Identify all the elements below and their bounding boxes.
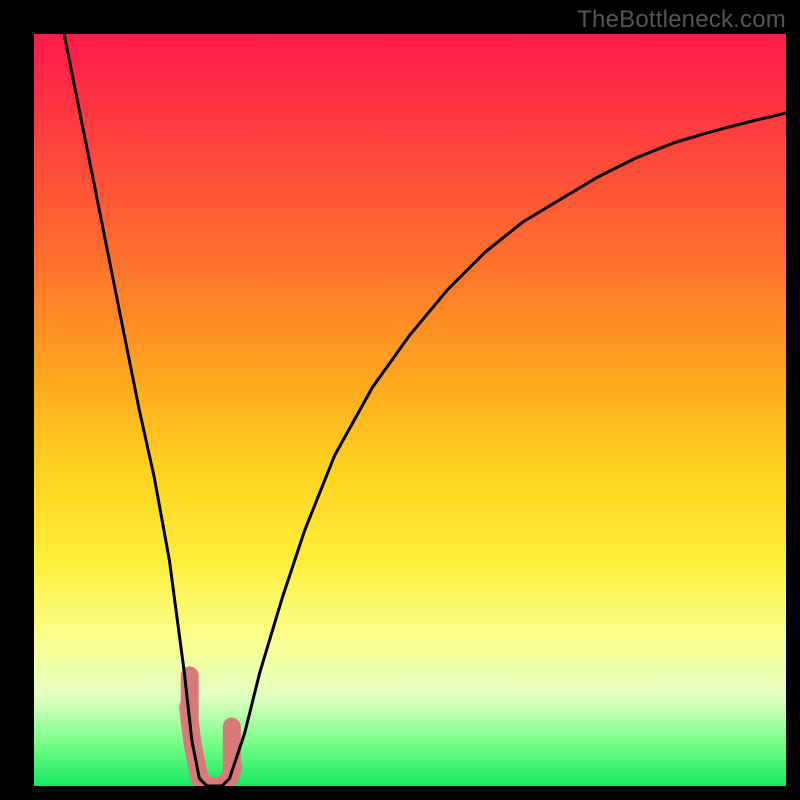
chart-plot-area <box>34 34 786 786</box>
bottleneck-curve <box>64 34 786 786</box>
watermark-text: TheBottleneck.com <box>577 6 786 34</box>
chart-frame: TheBottleneck.com <box>0 0 800 800</box>
highlight-stroke <box>188 707 233 786</box>
chart-svg-layer <box>34 34 786 786</box>
highlight-region <box>188 676 233 787</box>
